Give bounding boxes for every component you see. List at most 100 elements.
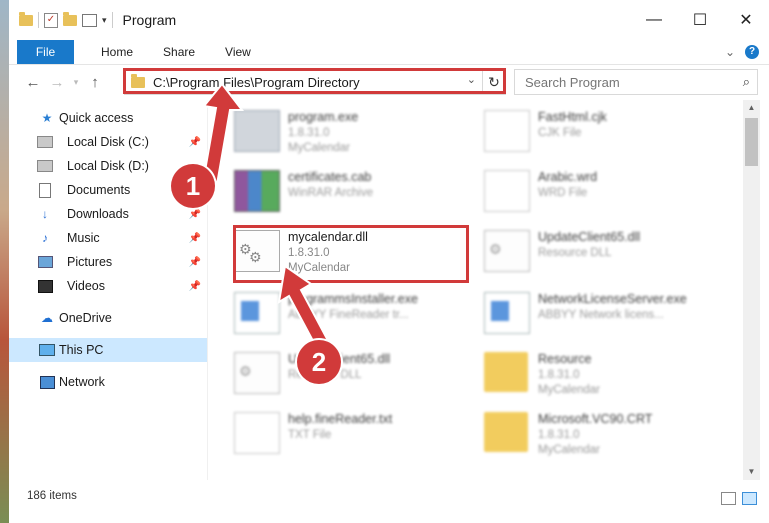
network-icon [39,374,55,390]
folder-icon [19,11,33,26]
tab-view[interactable]: View [210,45,266,59]
folder-icon [484,412,528,452]
maximize-button[interactable]: ☐ [677,0,723,40]
documents-icon [37,182,53,198]
videos-icon [37,278,53,294]
scroll-up-icon[interactable]: ▲ [743,100,760,116]
minimize-button[interactable]: — [631,0,677,40]
file-name: program.exe [288,110,359,124]
file-item[interactable]: Microsoft.VC90.CRT 1.8.31.0 MyCalendar [460,404,710,460]
dll-file-icon: ⚙ [234,352,280,394]
file-icon [484,110,530,152]
sidebar-item-local-disk-c[interactable]: Local Disk (C:) 📌 [9,130,207,154]
pin-icon[interactable]: 📌 [189,209,201,220]
onedrive-icon: ☁ [41,311,53,325]
file-item[interactable]: Resource 1.8.31.0 MyCalendar [460,344,710,400]
tab-home[interactable]: Home [86,45,148,59]
quick-access-toolbar: ✓ ▾ [19,11,113,28]
divider [38,12,39,28]
sidebar-item-label: Documents [67,183,131,197]
expand-ribbon-icon[interactable]: ⌄ [725,45,735,59]
file-item[interactable]: NetworkLicenseServer.exe ABBYY Network l… [460,284,710,340]
sidebar-item-this-pc[interactable]: This PC [9,338,207,362]
file-item[interactable]: FastHtml.cjk CJK File [460,102,710,158]
file-detail: MyCalendar [538,444,600,456]
sidebar-item-label: This PC [59,343,104,357]
drive-icon [37,158,53,174]
file-detail: ABBYY Network licens... [538,309,664,321]
up-arrow-icon[interactable]: ↑ [83,74,107,91]
file-detail: Resource DLL [538,247,612,259]
help-icon[interactable]: ? [745,45,759,59]
refresh-button[interactable]: ↻ [482,69,506,95]
pictures-icon [37,254,53,270]
sidebar-item-pictures[interactable]: Pictures 📌 [9,250,207,274]
file-detail: WRD File [538,187,588,199]
step-2-badge: 2 [297,340,341,384]
desktop-background [0,0,9,523]
application-icon [484,292,530,334]
tab-share[interactable]: Share [148,45,210,59]
close-button[interactable]: ✕ [723,0,769,40]
vertical-scrollbar[interactable]: ▲ ▼ [743,100,760,480]
sidebar-item-downloads[interactable]: ↓ Downloads 📌 [9,202,207,226]
sidebar-item-network[interactable]: Network [9,370,207,394]
navigation-bar: ← → ▾ ↑ C:\Program Files\Program Directo… [9,65,769,99]
dll-file-icon: ⚙ [484,230,530,272]
title-bar: ✓ ▾ Program — ☐ ✕ [9,0,769,40]
tiles-view-icon[interactable] [742,492,757,505]
item-count: 186 items [27,490,77,502]
sidebar-item-label: Music [67,231,100,245]
customize-icon[interactable] [82,13,97,27]
navigation-pane: ★ Quick access Local Disk (C:) 📌 Local D… [9,100,207,480]
gear-icon: ⚙ [239,363,252,379]
forward-arrow-icon[interactable]: → [45,74,69,91]
file-name: help.fineReader.txt [288,412,393,426]
tab-file[interactable]: File [17,40,74,64]
chevron-down-icon[interactable]: ▾ [102,15,107,26]
window-title: Program [122,12,177,28]
sidebar-item-label: Local Disk (C:) [67,135,149,149]
folder-icon [131,73,145,88]
search-icon[interactable]: ⌕ [743,74,750,90]
file-name: certificates.cab [288,170,372,184]
sidebar-item-onedrive[interactable]: ☁ OneDrive [9,306,207,330]
file-name: FastHtml.cjk [538,110,607,124]
search-box[interactable]: ⌕ [514,69,758,95]
scroll-down-icon[interactable]: ▼ [743,464,760,480]
new-folder-icon[interactable] [63,11,77,26]
view-toggle [721,492,757,505]
sidebar-item-quick-access[interactable]: ★ Quick access [9,106,207,130]
pin-icon[interactable]: 📌 [189,281,201,292]
dll-file-icon: ⚙ ⚙ [234,230,280,272]
file-detail: 1.8.31.0 [288,127,330,139]
sidebar-item-label: Downloads [67,207,129,221]
sidebar-item-label: OneDrive [59,311,112,325]
file-name: Arabic.wrd [538,170,598,184]
pin-icon[interactable]: 📌 [189,233,201,244]
recent-chevron-icon[interactable]: ▾ [69,77,83,88]
chevron-down-icon[interactable]: ⌄ [467,73,476,86]
file-detail: 1.8.31.0 [288,247,330,259]
sidebar-item-videos[interactable]: Videos 📌 [9,274,207,298]
file-detail: CJK File [538,127,582,139]
music-icon: ♪ [42,231,48,245]
address-bar[interactable]: C:\Program Files\Program Directory ⌄ [124,69,483,95]
details-view-icon[interactable] [721,492,736,505]
divider [111,12,113,28]
pin-icon[interactable]: 📌 [189,257,201,268]
back-arrow-icon[interactable]: ← [21,74,45,91]
sidebar-item-music[interactable]: ♪ Music 📌 [9,226,207,250]
file-item[interactable]: ⚙ UpdateClient65.dll Resource DLL [460,222,710,278]
file-item[interactable]: Arabic.wrd WRD File [460,162,710,218]
search-input[interactable] [523,73,737,91]
file-name: Resource [538,352,592,366]
ribbon-right-controls: ⌄ ? [725,40,759,64]
sidebar-item-label: Pictures [67,255,113,269]
scroll-thumb[interactable] [745,118,758,166]
file-item[interactable]: help.fineReader.txt TXT File [210,404,460,460]
properties-check-icon[interactable]: ✓ [44,12,58,28]
file-detail: 1.8.31.0 [538,369,580,381]
folder-icon [484,352,528,392]
step-1-badge: 1 [171,164,215,208]
